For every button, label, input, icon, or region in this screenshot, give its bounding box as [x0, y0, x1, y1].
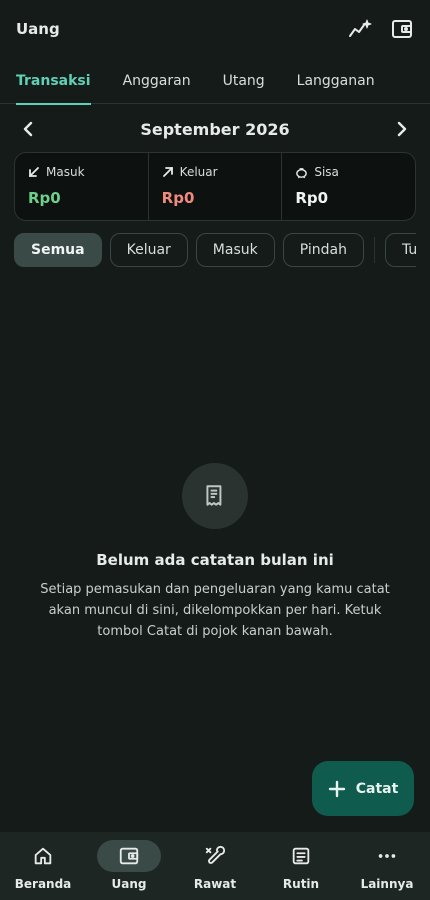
add-record-button[interactable]: Catat	[312, 761, 414, 816]
filter-chips: Semua Keluar Masuk Pindah Tunai	[14, 233, 416, 267]
add-record-label: Catat	[355, 780, 399, 797]
expense-value: Rp0	[161, 189, 195, 207]
month-label: September 2026	[140, 119, 290, 139]
expense-label: Keluar	[179, 165, 218, 179]
nav-item-rutin[interactable]: Rutin	[258, 832, 344, 900]
chip-divider	[373, 237, 375, 263]
balance-label: Sisa	[314, 165, 339, 179]
empty-state: Belum ada catatan bulan ini Setiap pemas…	[0, 463, 430, 642]
nav-item-lainnya[interactable]: Lainnya	[344, 832, 430, 900]
list-icon	[269, 840, 333, 872]
app-bar: Uang	[0, 0, 430, 58]
empty-state-title: Belum ada catatan bulan ini	[96, 551, 334, 569]
bottom-navigation: Beranda Uang Rawat Rutin Lainnya	[0, 832, 430, 900]
wallet-icon[interactable]	[390, 17, 414, 41]
tab-bar: Transaksi Anggaran Utang Langganan	[0, 58, 430, 105]
nav-item-uang[interactable]: Uang	[86, 832, 172, 900]
balance-value: Rp0	[295, 189, 329, 207]
arrow-down-left-icon	[29, 167, 39, 177]
empty-state-description: Setiap pemasukan dan pengeluaran yang ka…	[40, 582, 390, 639]
piggy-bank-icon	[296, 167, 308, 178]
filter-chip-masuk[interactable]: Masuk	[195, 233, 275, 267]
tab-utang[interactable]: Utang	[223, 58, 265, 104]
nav-label: Rawat	[193, 877, 237, 891]
nav-label: Beranda	[14, 877, 72, 891]
home-icon	[11, 840, 75, 872]
filter-chip-keluar[interactable]: Keluar	[109, 233, 188, 267]
wrench-icon	[183, 840, 247, 872]
filter-chip-pindah[interactable]: Pindah	[282, 233, 364, 267]
wallet-icon	[97, 840, 161, 872]
nav-item-rawat[interactable]: Rawat	[172, 832, 258, 900]
tab-anggaran[interactable]: Anggaran	[123, 58, 191, 104]
filter-chip-tunai[interactable]: Tunai	[384, 233, 416, 267]
nav-label: Uang	[111, 877, 147, 891]
arrow-up-right-icon	[162, 167, 173, 177]
tab-transaksi[interactable]: Transaksi	[16, 58, 91, 105]
nav-label: Lainnya	[360, 877, 414, 891]
summary-card: Masuk Rp0 Keluar Rp0 Sisa Rp0	[14, 152, 416, 221]
chevron-right-icon[interactable]	[390, 117, 414, 141]
plus-icon	[328, 780, 345, 797]
page-title: Uang	[16, 20, 60, 38]
nav-label: Rutin	[282, 877, 320, 891]
expense-summary: Keluar Rp0	[149, 153, 283, 220]
balance-summary: Sisa Rp0	[282, 153, 415, 220]
sparkle-chart-icon[interactable]	[348, 17, 372, 41]
more-icon	[355, 840, 419, 872]
nav-item-beranda[interactable]: Beranda	[0, 832, 86, 900]
income-value: Rp0	[28, 189, 61, 207]
income-label: Masuk	[46, 165, 85, 179]
tab-langganan[interactable]: Langganan	[297, 58, 375, 104]
month-selector: September 2026	[16, 114, 414, 144]
filter-chip-semua[interactable]: Semua	[14, 233, 102, 267]
receipt-icon	[182, 463, 248, 529]
income-summary: Masuk Rp0	[15, 153, 149, 220]
chevron-left-icon[interactable]	[16, 117, 40, 141]
